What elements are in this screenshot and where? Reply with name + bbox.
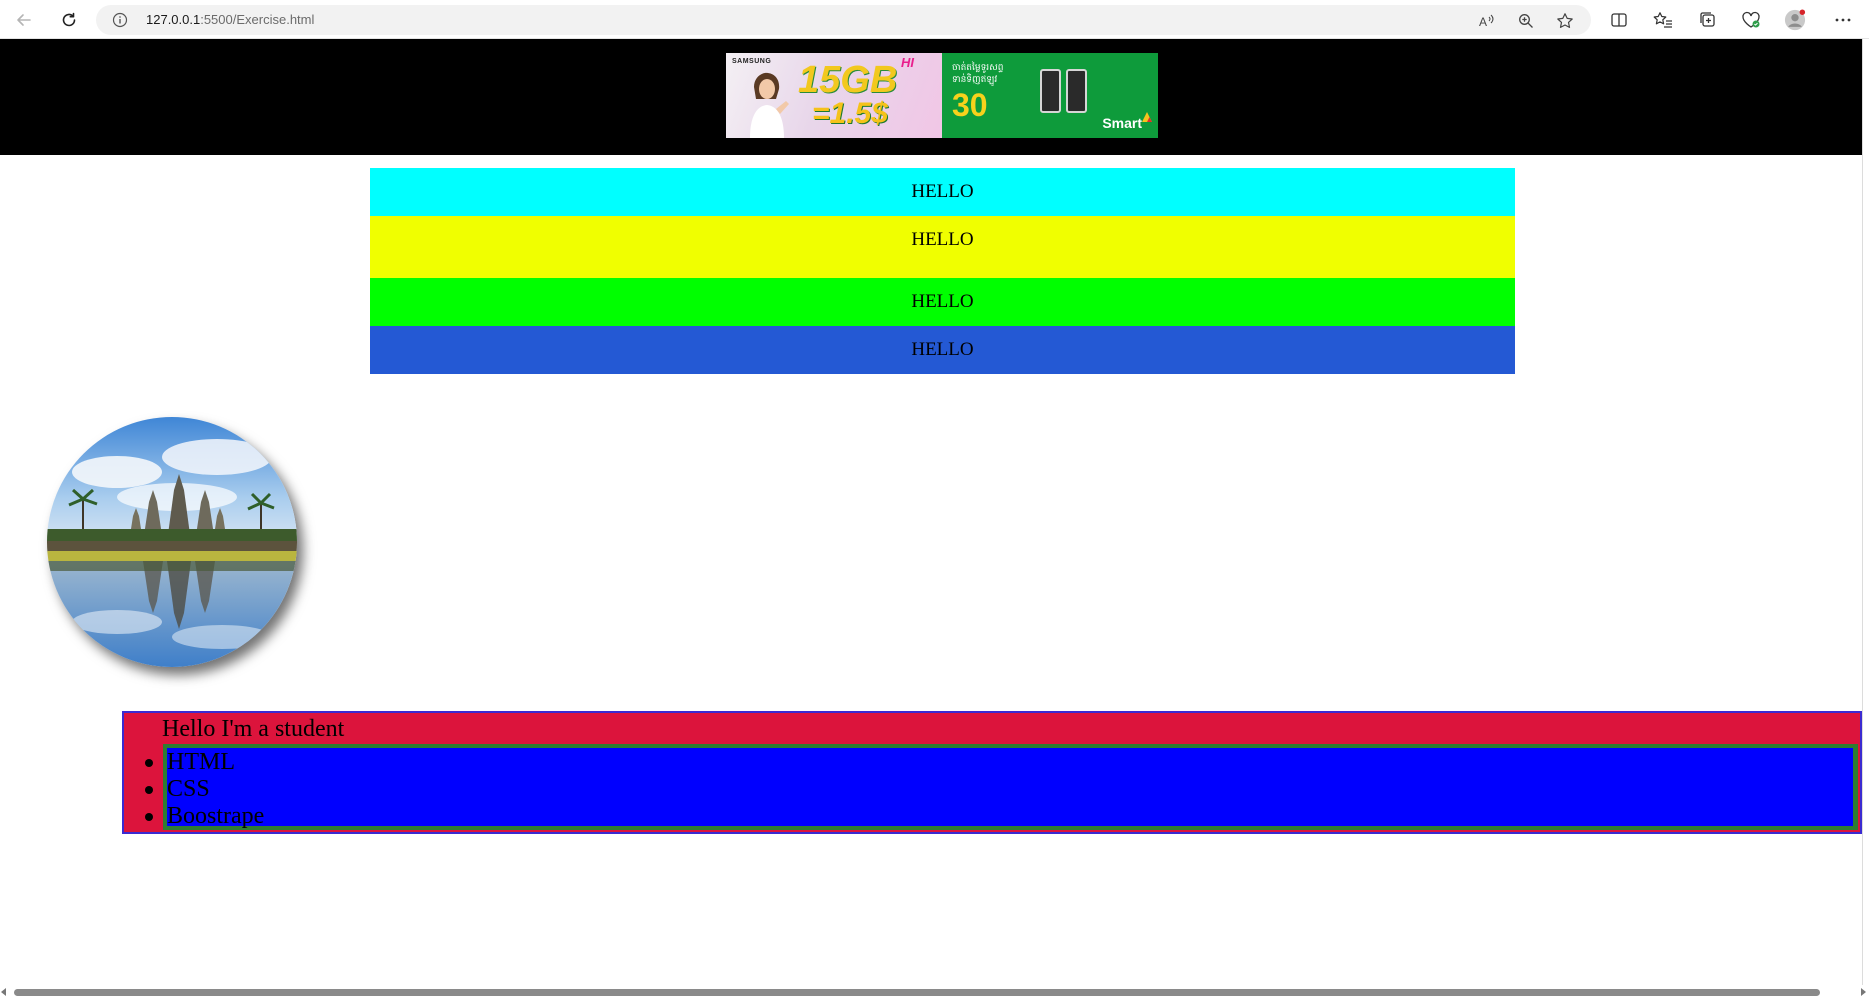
advertisement-banner[interactable]: SAMSUNG 15GB =1.5$ HI ចាត់តម្លៃទូរសព្ទ ទ… bbox=[726, 53, 1158, 138]
collections-icon[interactable] bbox=[1697, 9, 1719, 31]
hello-box-yellow: HELLO bbox=[370, 216, 1515, 278]
svg-text:A: A bbox=[1479, 15, 1487, 29]
page-content: SAMSUNG 15GB =1.5$ HI ចាត់តម្លៃទូរសព្ទ ទ… bbox=[0, 39, 1862, 985]
ad-data-offer: 15GB bbox=[798, 59, 898, 101]
reload-icon bbox=[62, 12, 76, 27]
zoom-icon[interactable] bbox=[1517, 12, 1535, 30]
read-aloud-icon[interactable]: A bbox=[1478, 12, 1496, 30]
ad-model-image bbox=[750, 72, 789, 138]
profile-icon[interactable] bbox=[1784, 9, 1806, 31]
smart-logo-icon bbox=[1142, 112, 1152, 122]
horizontal-scrollbar[interactable] bbox=[0, 985, 1869, 1000]
scroll-left-arrow-icon[interactable] bbox=[1, 988, 6, 996]
ad-khmer-text: ចាត់តម្លៃទូរសព្ទ ទាន់ទិញឥឡូវ bbox=[952, 62, 1004, 84]
ad-phone-image bbox=[1066, 69, 1087, 113]
ad-left-panel: SAMSUNG 15GB =1.5$ HI bbox=[726, 53, 942, 138]
student-heading: Hello I'm a student bbox=[162, 716, 345, 742]
skills-list: HTML CSS Boostrape bbox=[145, 744, 1858, 830]
favorite-star-icon[interactable] bbox=[1556, 12, 1574, 30]
ad-brand-text: SAMSUNG bbox=[732, 58, 772, 65]
ad-carrier-logo: Smart bbox=[1102, 115, 1142, 131]
list-item: CSS bbox=[145, 775, 1853, 802]
back-icon bbox=[17, 14, 31, 26]
list-item: Boostrape bbox=[145, 802, 1853, 829]
favorites-icon[interactable] bbox=[1652, 9, 1674, 31]
split-screen-icon[interactable] bbox=[1608, 9, 1630, 31]
url-text[interactable]: 127.0.0.1:5500/Exercise.html bbox=[146, 12, 314, 27]
scroll-right-arrow-icon[interactable] bbox=[1861, 988, 1866, 996]
url-path: :5500/Exercise.html bbox=[200, 12, 315, 27]
browser-toolbar: 127.0.0.1:5500/Exercise.html A bbox=[0, 0, 1869, 39]
back-button[interactable] bbox=[11, 7, 37, 33]
ad-hi-label: HI bbox=[901, 55, 914, 70]
vertical-scrollbar[interactable] bbox=[1862, 39, 1869, 985]
browser-essentials-icon[interactable] bbox=[1740, 9, 1762, 31]
ad-phone-image bbox=[1040, 69, 1061, 113]
ad-price-offer: =1.5$ bbox=[812, 97, 888, 130]
horizontal-scroll-thumb[interactable] bbox=[14, 989, 1820, 996]
ad-days-offer: 30 bbox=[952, 87, 988, 123]
ad-right-panel: ចាត់តម្លៃទូរសព្ទ ទាន់ទិញឥឡូវ 30 Smart bbox=[942, 53, 1158, 138]
hello-box-green: HELLO bbox=[370, 278, 1515, 326]
hello-stack: HELLO HELLO HELLO HELLO bbox=[370, 168, 1515, 374]
url-host: 127.0.0.1 bbox=[146, 12, 201, 27]
hello-box-cyan: HELLO bbox=[370, 168, 1515, 216]
more-menu-icon[interactable] bbox=[1832, 9, 1854, 31]
address-bar[interactable]: 127.0.0.1:5500/Exercise.html A bbox=[96, 5, 1591, 35]
site-info-icon[interactable] bbox=[112, 12, 128, 28]
banner-strip: SAMSUNG 15GB =1.5$ HI ចាត់តម្លៃទូរសព្ទ ទ… bbox=[0, 39, 1862, 155]
reload-button[interactable] bbox=[56, 7, 82, 33]
student-section: Hello I'm a student HTML CSS Boostrape bbox=[122, 711, 1862, 834]
hello-box-blue: HELLO bbox=[370, 326, 1515, 374]
list-item: HTML bbox=[145, 748, 1853, 775]
angkor-wat-photo bbox=[47, 417, 297, 667]
